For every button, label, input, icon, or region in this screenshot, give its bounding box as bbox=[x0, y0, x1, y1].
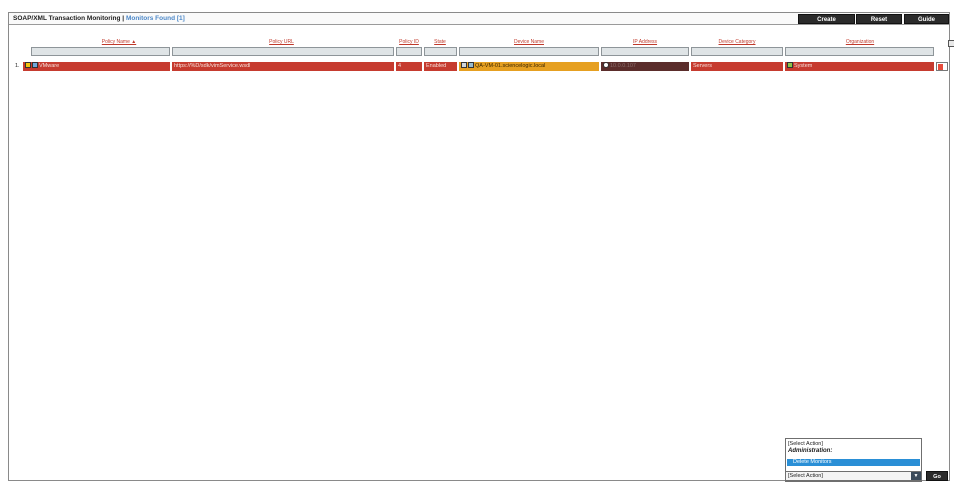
table-row[interactable]: 1. VMware https://%D/sdk/vimService.wsdl… bbox=[9, 62, 948, 71]
chevron-down-icon[interactable]: ▼ bbox=[911, 472, 921, 480]
edit-pencil-icon[interactable] bbox=[25, 62, 31, 68]
column-header-policy-name[interactable]: Policy Name ▲ bbox=[64, 39, 174, 45]
column-header-ip-address[interactable]: IP Address bbox=[601, 39, 689, 45]
option-select-action[interactable]: [Select Action] bbox=[788, 441, 823, 447]
ip-shield-icon bbox=[603, 62, 609, 68]
page-title-text: SOAP/XML Transaction Monitoring | bbox=[13, 15, 125, 22]
create-button[interactable]: Create bbox=[798, 14, 855, 24]
cell-policy-url: https://%D/sdk/vimService.wsdl bbox=[172, 62, 394, 71]
filter-organization[interactable] bbox=[785, 47, 934, 56]
cell-organization: System bbox=[785, 62, 934, 71]
cell-device-name[interactable]: QA-VM-01.sciencelogic.local bbox=[459, 62, 599, 71]
column-header-device-category[interactable]: Device Category bbox=[691, 39, 783, 45]
row-edit-icon[interactable] bbox=[938, 64, 943, 70]
organization-icon bbox=[787, 62, 793, 68]
filter-policy-id[interactable] bbox=[396, 47, 422, 56]
ip-address-text: 10.0.0.107 bbox=[610, 63, 636, 69]
monitor-list-panel: SOAP/XML Transaction Monitoring | Monito… bbox=[8, 12, 954, 481]
title-bar: SOAP/XML Transaction Monitoring | Monito… bbox=[9, 13, 949, 25]
column-header-policy-id[interactable]: Policy ID bbox=[395, 39, 423, 45]
action-select-value: [Select Action] bbox=[788, 473, 823, 479]
filter-ip-address[interactable] bbox=[601, 47, 689, 56]
cell-device-category: Servers bbox=[691, 62, 783, 71]
page-title: SOAP/XML Transaction Monitoring | Monito… bbox=[13, 15, 185, 22]
filter-device-name[interactable] bbox=[459, 47, 599, 56]
device-icon bbox=[461, 62, 467, 68]
monitors-found-count: Monitors Found [1] bbox=[125, 15, 185, 22]
column-header-policy-url[interactable]: Policy URL bbox=[169, 39, 394, 45]
row-actions bbox=[936, 62, 948, 71]
filter-device-category[interactable] bbox=[691, 47, 783, 56]
policy-name-text: VMware bbox=[39, 63, 60, 69]
action-select[interactable]: [Select Action] ▼ bbox=[785, 471, 922, 481]
option-group-administration: Administration: bbox=[788, 448, 833, 454]
organization-text: System bbox=[794, 63, 813, 69]
filter-state[interactable] bbox=[424, 47, 457, 56]
column-header-organization[interactable]: Organization bbox=[785, 39, 935, 45]
option-delete-monitors[interactable]: Delete Monitors bbox=[787, 459, 920, 466]
policy-icon bbox=[32, 62, 38, 68]
device-graph-icon[interactable] bbox=[468, 62, 474, 68]
filter-policy-name[interactable] bbox=[31, 47, 170, 56]
guide-button[interactable]: Guide bbox=[904, 14, 949, 24]
filter-policy-url[interactable] bbox=[172, 47, 394, 56]
cell-state: Enabled bbox=[424, 62, 457, 71]
device-name-text: QA-VM-01.sciencelogic.local bbox=[475, 63, 546, 69]
select-all-checkbox[interactable] bbox=[948, 40, 954, 47]
column-header-device-name[interactable]: Device Name bbox=[459, 39, 599, 45]
column-header-state[interactable]: State bbox=[423, 39, 457, 45]
row-number: 1. bbox=[15, 63, 20, 69]
reset-button[interactable]: Reset bbox=[856, 14, 902, 24]
go-button[interactable]: Go bbox=[926, 471, 948, 481]
cell-policy-id: 4 bbox=[396, 62, 422, 71]
cell-policy-name[interactable]: VMware bbox=[23, 62, 170, 71]
cell-ip-address: 10.0.0.107 bbox=[601, 62, 689, 71]
